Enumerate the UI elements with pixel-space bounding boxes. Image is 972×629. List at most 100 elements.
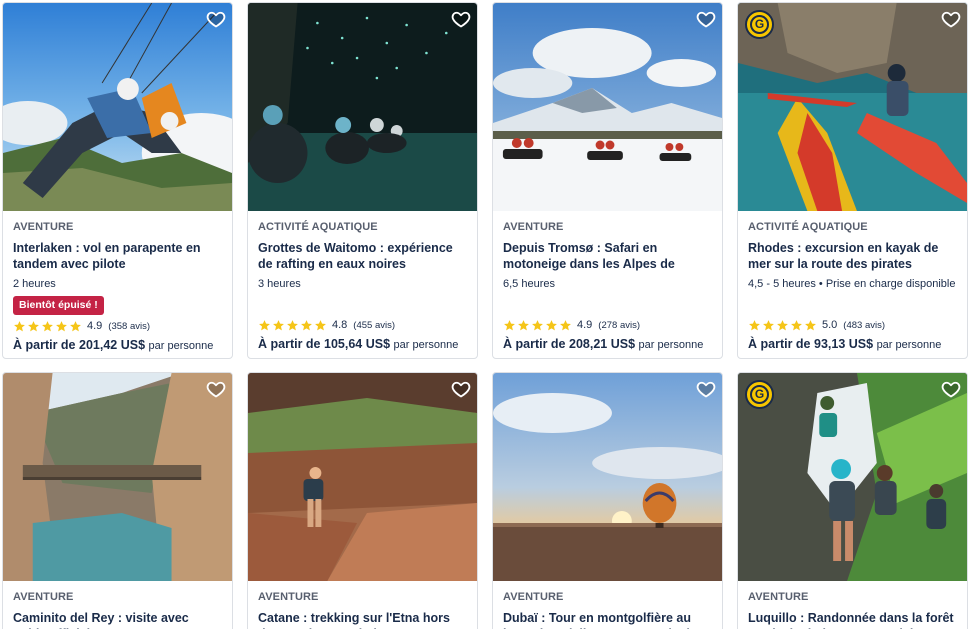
volcano-hike-photo [248, 373, 477, 581]
price: À partir de 93,13 US$ par personne [748, 336, 957, 352]
star-icon [13, 320, 26, 333]
star-icon [272, 319, 285, 332]
rainforest-waterfall-photo [738, 373, 967, 581]
star-icon [531, 319, 544, 332]
rating-score: 5.0 [822, 319, 838, 331]
star-icon [27, 320, 40, 333]
rating: 4.9 (278 avis) [503, 318, 712, 332]
wishlist-heart-icon[interactable] [451, 9, 471, 29]
star-icon [545, 319, 558, 332]
activity-title[interactable]: Interlaken : vol en parapente en tandem … [13, 240, 222, 273]
star-icon [314, 319, 327, 332]
star-icon [503, 319, 516, 332]
price-prefix: À partir de [13, 338, 76, 352]
wishlist-heart-icon[interactable] [206, 379, 226, 399]
activity-duration: 3 heures [258, 278, 301, 290]
activity-card[interactable]: AVENTURE Dubaï : Tour en montgolfière au… [492, 372, 723, 629]
activity-card[interactable]: AVENTURE Catane : trekking sur l'Etna ho… [247, 372, 478, 629]
star-icon [748, 319, 761, 332]
rating-score: 4.8 [332, 319, 348, 331]
activity-card[interactable]: ACTIVITÉ AQUATIQUE Grottes de Waitomo : … [247, 2, 478, 359]
wishlist-heart-icon[interactable] [206, 9, 226, 29]
price: À partir de 208,21 US$ par personne [503, 336, 712, 352]
rating-score: 4.9 [577, 319, 593, 331]
wishlist-heart-icon[interactable] [696, 9, 716, 29]
activity-card[interactable]: G AVENTURE Luquillo : Randonnée dans la … [737, 372, 968, 629]
price: À partir de 201,42 US$ par personne [13, 337, 222, 353]
star-icon [762, 319, 775, 332]
review-count: (278 avis) [598, 319, 641, 331]
review-count: (483 avis) [843, 319, 886, 331]
price-unit: par personne [148, 340, 214, 352]
activity-title[interactable]: Depuis Tromsø : Safari en motoneige dans… [503, 240, 712, 273]
star-icon [559, 319, 572, 332]
price: À partir de 105,64 US$ par personne [258, 336, 467, 352]
activity-duration: 6,5 heures [503, 278, 555, 290]
activity-category: AVENTURE [503, 221, 564, 233]
activity-card[interactable]: G ACTIVITÉ AQUATIQUE Rhodes : excursion … [737, 2, 968, 359]
activity-title[interactable]: Dubaï : Tour en montgolfière au lever du… [503, 610, 712, 629]
activity-card[interactable]: AVENTURE Caminito del Rey : visite avec … [2, 372, 233, 629]
activity-title[interactable]: Rhodes : excursion en kayak de mer sur l… [748, 240, 957, 273]
star-icon [804, 319, 817, 332]
wishlist-heart-icon[interactable] [696, 379, 716, 399]
rating: 4.8 (455 avis) [258, 318, 467, 332]
cave-rafting-photo [248, 3, 477, 211]
star-icon [55, 320, 68, 333]
activity-image[interactable] [248, 373, 477, 581]
wishlist-heart-icon[interactable] [451, 379, 471, 399]
activity-duration: 2 heures [13, 278, 56, 290]
snowmobile-photo [493, 3, 722, 211]
rating: 5.0 (483 avis) [748, 318, 957, 332]
price-unit: par personne [638, 339, 704, 351]
price-amount: 93,13 US$ [814, 337, 874, 351]
wishlist-heart-icon[interactable] [941, 379, 961, 399]
activity-image[interactable] [3, 3, 232, 211]
activity-image[interactable] [248, 3, 477, 211]
activity-category: AVENTURE [13, 591, 74, 603]
price-amount: 201,42 US$ [79, 338, 146, 352]
price-prefix: À partir de [748, 337, 811, 351]
price-amount: 208,21 US$ [569, 337, 636, 351]
activity-category: ACTIVITÉ AQUATIQUE [748, 221, 868, 233]
gorge-walkway-photo [3, 373, 232, 581]
getyourguide-originals-badge-icon: G [745, 380, 774, 409]
activity-title[interactable]: Catane : trekking sur l'Etna hors des se… [258, 610, 467, 629]
star-icon [517, 319, 530, 332]
star-icon [41, 320, 54, 333]
price-amount: 105,64 US$ [324, 337, 391, 351]
activity-card[interactable]: AVENTURE Depuis Tromsø : Safari en moton… [492, 2, 723, 359]
activity-category: AVENTURE [748, 591, 809, 603]
activity-category: AVENTURE [258, 591, 319, 603]
star-icon [258, 319, 271, 332]
star-rating [503, 319, 572, 332]
rating: 4.9 (358 avis) [13, 319, 222, 333]
activity-category: AVENTURE [13, 221, 74, 233]
star-icon [286, 319, 299, 332]
paragliding-photo [3, 3, 232, 211]
kayak-photo [738, 3, 967, 211]
review-count: (358 avis) [108, 320, 151, 332]
star-rating [13, 320, 82, 333]
activity-title[interactable]: Luquillo : Randonnée dans la forêt tropi… [748, 610, 957, 629]
price-prefix: À partir de [258, 337, 321, 351]
activity-image[interactable] [493, 3, 722, 211]
activity-category: AVENTURE [503, 591, 564, 603]
rating-score: 4.9 [87, 320, 103, 332]
review-count: (455 avis) [353, 319, 396, 331]
activity-image[interactable]: G [738, 373, 967, 581]
activity-title[interactable]: Grottes de Waitomo : expérience de rafti… [258, 240, 467, 273]
price-unit: par personne [393, 339, 459, 351]
star-icon [69, 320, 82, 333]
getyourguide-originals-badge-icon: G [745, 10, 774, 39]
activity-title[interactable]: Caminito del Rey : visite avec guide off… [13, 610, 222, 629]
activity-category: ACTIVITÉ AQUATIQUE [258, 221, 378, 233]
activity-card[interactable]: AVENTURE Interlaken : vol en parapente e… [2, 2, 233, 359]
activity-image[interactable]: G [738, 3, 967, 211]
wishlist-heart-icon[interactable] [941, 9, 961, 29]
activity-image[interactable] [493, 373, 722, 581]
price-prefix: À partir de [503, 337, 566, 351]
activity-image[interactable] [3, 373, 232, 581]
hot-air-balloon-photo [493, 373, 722, 581]
sold-out-badge: Bientôt épuisé ! [13, 296, 104, 315]
